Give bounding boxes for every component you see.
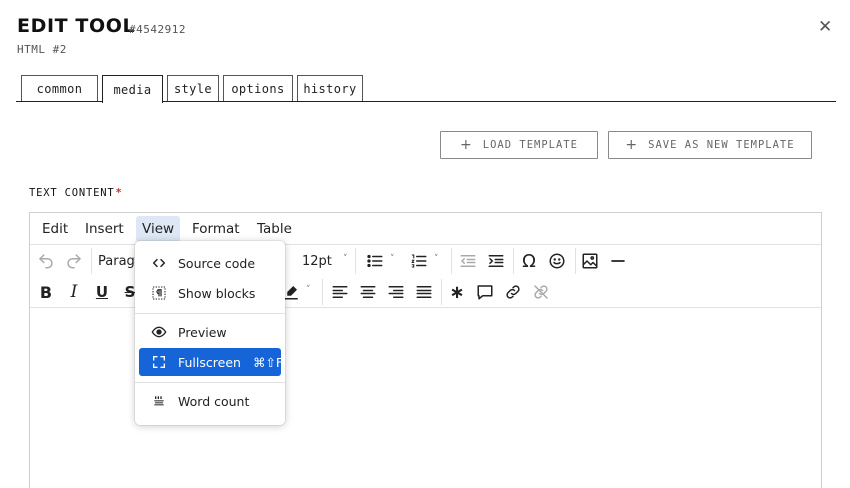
required-mark: * — [115, 187, 123, 199]
tab-common[interactable]: common — [21, 75, 98, 101]
bullet-list-icon[interactable] — [362, 248, 388, 274]
numbered-list-icon[interactable] — [406, 248, 432, 274]
fullscreen-icon — [151, 354, 167, 370]
load-template-button[interactable]: + LOAD TEMPLATE — [440, 131, 598, 159]
view-menu-fullscreen[interactable]: Fullscreen ⌘⇧F — [139, 348, 284, 376]
toolbar-separator — [322, 279, 323, 305]
align-justify-icon[interactable] — [411, 279, 437, 305]
menu-table[interactable]: Table — [251, 216, 298, 242]
page-title: EDIT TOOL — [17, 15, 136, 37]
preview-icon — [151, 324, 167, 340]
chevron-down-icon[interactable]: ˅ — [306, 285, 311, 295]
keyboard-shortcut: ⌘⇧F — [252, 354, 284, 370]
outdent-icon[interactable] — [455, 248, 481, 274]
toolbar-separator — [355, 248, 356, 274]
save-template-button[interactable]: + SAVE AS NEW TEMPLATE — [608, 131, 812, 159]
view-menu-label: Word count — [178, 393, 250, 409]
view-menu-label: Fullscreen — [178, 354, 241, 370]
view-menu-source-code[interactable]: Source code — [139, 249, 281, 277]
emoji-icon[interactable] — [544, 248, 570, 274]
comment-icon[interactable] — [472, 279, 498, 305]
view-menu-label: Preview — [178, 324, 227, 340]
block-format-select[interactable]: Parag — [98, 254, 135, 269]
text-content-label: TEXT CONTENT* — [29, 187, 123, 199]
view-menu-dropdown: Source code Show blocks Preview Fullscre… — [135, 241, 285, 425]
italic-icon[interactable]: I — [61, 279, 87, 305]
align-right-icon[interactable] — [383, 279, 409, 305]
special-character-icon[interactable]: Ω — [516, 248, 542, 274]
image-icon[interactable] — [577, 248, 603, 274]
tab-media[interactable]: media — [102, 75, 163, 103]
toolbar-separator — [91, 248, 92, 274]
view-menu-label: Source code — [178, 255, 256, 271]
view-menu-preview[interactable]: Preview — [139, 318, 281, 346]
tab-options[interactable]: options — [223, 75, 293, 101]
toolbar-separator — [575, 248, 576, 274]
redo-icon[interactable] — [61, 248, 87, 274]
unlink-icon[interactable] — [528, 279, 554, 305]
align-center-icon[interactable] — [355, 279, 381, 305]
tab-style[interactable]: style — [167, 75, 219, 101]
view-menu-word-count[interactable]: Word count — [139, 387, 281, 415]
align-left-icon[interactable] — [327, 279, 353, 305]
undo-icon[interactable] — [33, 248, 59, 274]
menu-edit[interactable]: Edit — [36, 216, 74, 242]
toolbar-separator — [513, 248, 514, 274]
menu-view[interactable]: View — [136, 216, 181, 242]
menu-divider — [135, 313, 285, 314]
asterisk-icon[interactable]: ∗ — [444, 279, 470, 305]
link-icon[interactable] — [500, 279, 526, 305]
tab-history[interactable]: history — [297, 75, 363, 101]
menu-divider — [135, 382, 285, 383]
view-menu-label: Show blocks — [178, 285, 256, 301]
load-template-label: LOAD TEMPLATE — [482, 139, 578, 151]
font-size-select[interactable]: 12pt — [302, 254, 332, 269]
indent-icon[interactable] — [483, 248, 509, 274]
menu-format[interactable]: Format — [186, 216, 246, 242]
plus-icon: + — [625, 137, 639, 153]
source-code-icon — [151, 255, 167, 271]
toolbar-separator — [451, 248, 452, 274]
page-subtitle: HTML #2 — [17, 43, 67, 56]
chevron-down-icon[interactable]: ˅ — [434, 254, 439, 264]
view-menu-show-blocks[interactable]: Show blocks — [139, 279, 281, 307]
toolbar-separator — [441, 279, 442, 305]
show-blocks-icon — [151, 285, 167, 301]
word-count-icon — [151, 393, 167, 409]
ticket-id: #4542912 — [129, 23, 186, 36]
menu-insert[interactable]: Insert — [79, 216, 130, 242]
save-template-label: SAVE AS NEW TEMPLATE — [648, 139, 795, 151]
horizontal-line-icon[interactable] — [605, 248, 631, 274]
chevron-down-icon[interactable]: ˅ — [343, 254, 348, 264]
text-content-label-text: TEXT CONTENT — [29, 187, 115, 199]
close-icon[interactable]: ✕ — [818, 17, 832, 37]
chevron-down-icon[interactable]: ˅ — [390, 254, 395, 264]
bold-icon[interactable]: B — [33, 279, 59, 305]
underline-icon[interactable]: U — [89, 279, 115, 305]
plus-icon: + — [460, 137, 473, 153]
